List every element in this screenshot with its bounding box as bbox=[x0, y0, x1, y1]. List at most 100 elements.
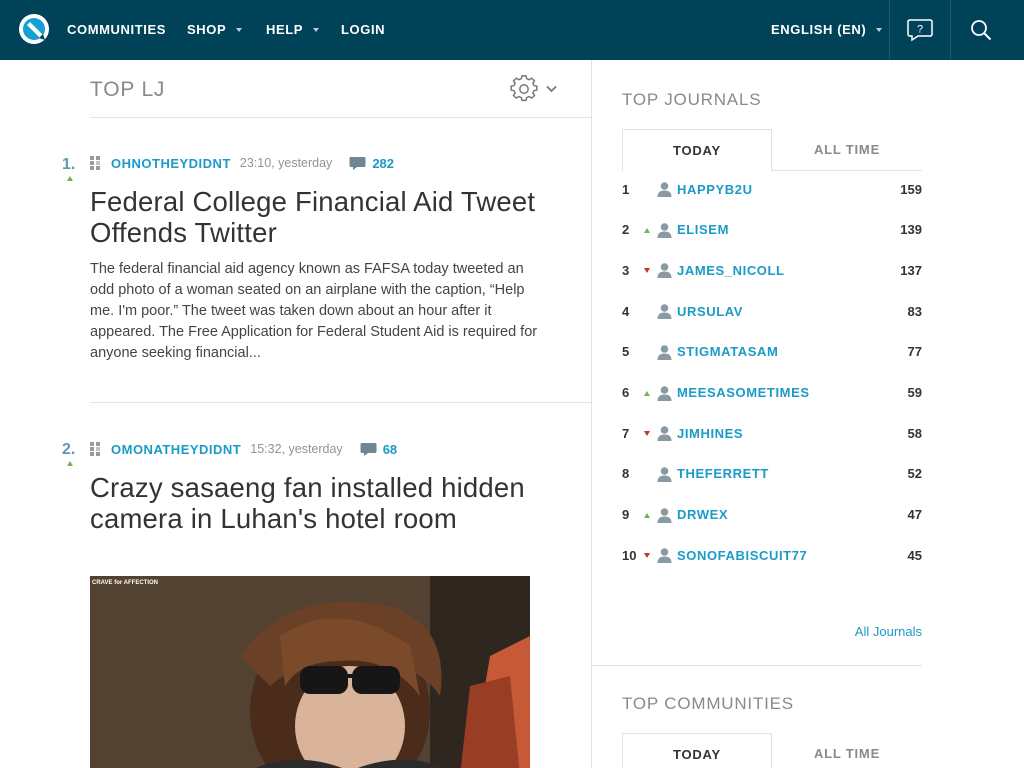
divider bbox=[90, 117, 591, 118]
top-communities-tabs: TODAY ALL TIME bbox=[622, 733, 922, 768]
journal-link[interactable]: ELISEM bbox=[677, 222, 900, 237]
journal-row: 5 STIGMATASAM 77 bbox=[622, 342, 922, 362]
journal-score: 52 bbox=[907, 466, 922, 482]
nav-login-label: LOGIN bbox=[341, 22, 386, 37]
post-time: 15:32, yesterday bbox=[250, 442, 343, 456]
trend-down-icon bbox=[644, 431, 650, 437]
journal-rank: 3 bbox=[622, 262, 630, 278]
chevron-down-icon[interactable] bbox=[546, 85, 557, 93]
comment-count[interactable]: 282 bbox=[372, 156, 394, 171]
nav-communities-label: COMMUNITIES bbox=[67, 22, 167, 37]
search-icon bbox=[971, 20, 992, 41]
trend-indicator bbox=[642, 342, 656, 362]
journal-row: 4 URSULAV 83 bbox=[622, 301, 922, 321]
journal-row: 7 JIMHINES 58 bbox=[622, 423, 922, 443]
post-rank: 1. bbox=[62, 156, 76, 173]
language-selector[interactable]: ENGLISH (EN) bbox=[771, 0, 883, 60]
nav-help-label: HELP bbox=[266, 22, 304, 37]
nav-shop[interactable]: SHOP bbox=[187, 0, 243, 60]
trend-down-icon bbox=[644, 268, 650, 274]
journal-rank: 1 bbox=[622, 181, 630, 197]
chevron-down-icon bbox=[236, 27, 243, 32]
all-journals-link[interactable]: All Journals bbox=[622, 624, 922, 639]
trend-indicator bbox=[642, 545, 656, 565]
nav-help[interactable]: HELP bbox=[266, 0, 320, 60]
tab-today[interactable]: TODAY bbox=[622, 129, 772, 172]
journal-row: 9 DRWEX 47 bbox=[622, 505, 922, 525]
tab-today[interactable]: TODAY bbox=[622, 733, 772, 768]
trend-indicator bbox=[642, 383, 656, 403]
user-icon bbox=[657, 222, 672, 238]
journal-link[interactable]: DRWEX bbox=[677, 507, 908, 522]
journal-row: 2 ELISEM 139 bbox=[622, 220, 922, 240]
journal-rank: 8 bbox=[622, 466, 630, 482]
trend-indicator bbox=[642, 220, 656, 240]
journal-row: 6 MEESASOMETIMES 59 bbox=[622, 383, 922, 403]
journal-rank: 10 bbox=[622, 547, 637, 563]
user-icon bbox=[657, 182, 672, 197]
trend-indicator bbox=[642, 179, 656, 199]
top-journals-title: TOP JOURNALS bbox=[622, 90, 762, 109]
post-meta: OHNOTHEYDIDNT 23:10, yesterday 282 bbox=[90, 154, 394, 172]
lj-logo-icon[interactable] bbox=[18, 13, 50, 45]
tab-all-time[interactable]: ALL TIME bbox=[772, 129, 922, 171]
journal-score: 47 bbox=[907, 507, 922, 523]
help-button[interactable]: ? bbox=[890, 0, 950, 60]
top-journals-tabs: TODAY ALL TIME bbox=[622, 129, 922, 172]
journal-link[interactable]: JIMHINES bbox=[677, 426, 908, 441]
tab-all-time[interactable]: ALL TIME bbox=[772, 733, 922, 768]
user-icon bbox=[657, 304, 672, 320]
post-meta: OMONATHEYDIDNT 15:32, yesterday 68 bbox=[90, 440, 397, 458]
search-button[interactable] bbox=[951, 0, 1011, 60]
community-icon bbox=[90, 156, 100, 170]
trend-up-icon bbox=[67, 461, 73, 466]
journal-rank: 7 bbox=[622, 425, 630, 441]
post-excerpt: The federal financial aid agency known a… bbox=[90, 261, 538, 361]
journal-link[interactable]: JAMES_NICOLL bbox=[677, 263, 900, 278]
trend-indicator bbox=[642, 260, 656, 280]
top-navigation-bar: COMMUNITIES SHOP HELP LOGIN ENGLISH (EN)… bbox=[0, 0, 1024, 60]
user-icon bbox=[657, 467, 672, 482]
journal-rank: 9 bbox=[622, 507, 630, 523]
journal-row: 8 THEFERRETT 52 bbox=[622, 464, 922, 484]
journal-row: 10 SONOFABISCUIT77 45 bbox=[622, 545, 922, 565]
journal-link[interactable]: HAPPYB2U bbox=[677, 182, 900, 197]
journal-link[interactable]: OHNOTHEYDIDNT bbox=[111, 156, 231, 171]
trend-indicator bbox=[642, 423, 656, 443]
post-rank: 2. bbox=[62, 441, 76, 458]
language-label: ENGLISH (EN) bbox=[771, 22, 867, 37]
journal-link[interactable]: MEESASOMETIMES bbox=[677, 385, 908, 400]
trend-indicator bbox=[642, 505, 656, 525]
chevron-down-icon bbox=[876, 27, 883, 32]
post-title[interactable]: Federal College Financial Aid Tweet Offe… bbox=[90, 186, 540, 248]
photo-of-person-with-sunglasses: CRAVE for AFFECTION bbox=[90, 576, 530, 768]
post-image[interactable]: CRAVE for AFFECTION bbox=[90, 576, 530, 768]
sidebar: TOP JOURNALS TODAY ALL TIME 1 HAPPYB2U 159… bbox=[591, 60, 1024, 768]
top-lj-feed: TOP LJ 1. OHNOTHEYDIDNT 23:10, yesterday… bbox=[0, 60, 591, 768]
post-title[interactable]: Crazy sasaeng fan installed hidden camer… bbox=[90, 472, 540, 534]
user-icon bbox=[657, 344, 672, 360]
journal-rank: 4 bbox=[622, 303, 630, 319]
nav-communities[interactable]: COMMUNITIES bbox=[67, 0, 166, 60]
gear-icon[interactable] bbox=[510, 75, 538, 103]
journal-row: 3 JAMES_NICOLL 137 bbox=[622, 260, 922, 280]
comment-count[interactable]: 68 bbox=[383, 442, 397, 457]
trend-up-icon bbox=[644, 512, 650, 518]
journal-link[interactable]: THEFERRETT bbox=[677, 466, 908, 481]
nav-shop-label: SHOP bbox=[187, 22, 227, 37]
journal-score: 137 bbox=[900, 262, 922, 278]
divider bbox=[592, 665, 922, 666]
nav-login[interactable]: LOGIN bbox=[341, 0, 385, 60]
journal-rank: 2 bbox=[622, 222, 630, 238]
journal-score: 83 bbox=[907, 303, 922, 319]
trend-up-icon bbox=[644, 390, 650, 396]
journal-link[interactable]: STIGMATASAM bbox=[677, 344, 908, 359]
comment-icon bbox=[349, 156, 366, 170]
top-communities-title: TOP COMMUNITIES bbox=[622, 694, 794, 713]
journal-link[interactable]: OMONATHEYDIDNT bbox=[111, 442, 241, 457]
journal-link[interactable]: SONOFABISCUIT77 bbox=[677, 548, 908, 563]
journal-score: 139 bbox=[900, 222, 922, 238]
journal-link[interactable]: URSULAV bbox=[677, 304, 908, 319]
user-icon bbox=[657, 385, 672, 401]
journal-score: 59 bbox=[907, 385, 922, 400]
